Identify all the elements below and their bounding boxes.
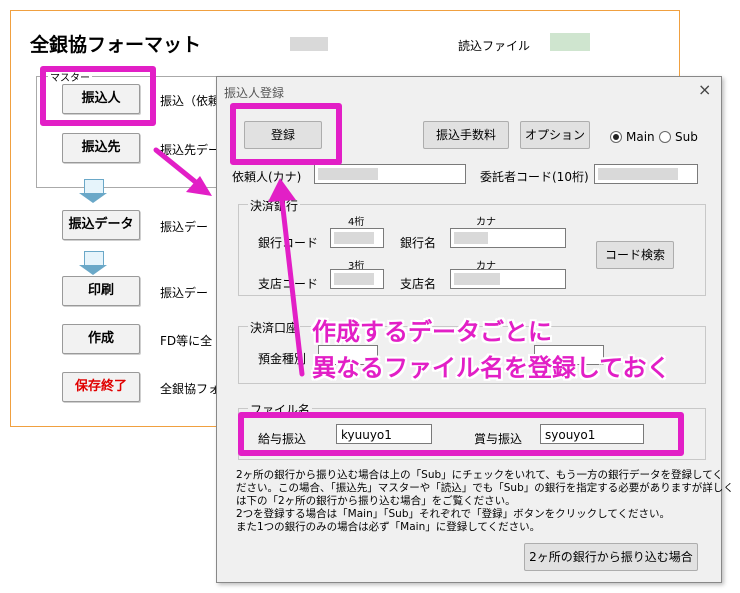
annotation-line-2: 異なるファイル名を登録しておく [312,354,671,382]
annotation-arrows [153,147,305,377]
annotation-line-1: 作成するデータごとに [312,318,552,346]
